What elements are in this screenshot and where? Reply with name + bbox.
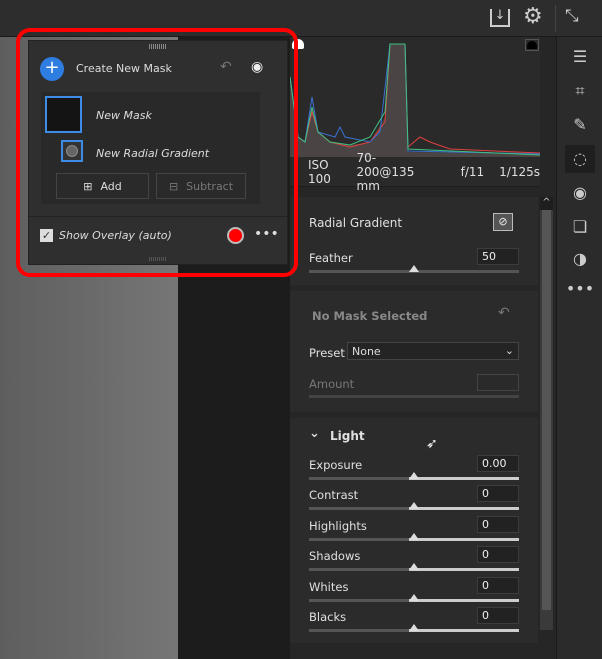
exposure-input[interactable]: 0.00 (477, 455, 519, 472)
exif-info: ISO 100 70-200@135 mm f/11 1/125s (290, 151, 540, 193)
blacks-input[interactable]: 0 (477, 607, 519, 624)
amount-slider (309, 395, 519, 398)
reset-icon[interactable]: ↶ (498, 305, 510, 321)
highlights-label: Highlights (309, 518, 367, 533)
exposure-label: Exposure (309, 458, 363, 472)
preset-dropdown[interactable]: None ⌄ (347, 342, 519, 360)
redeye-icon[interactable]: ◉ (565, 179, 595, 207)
shadows-slider[interactable] (309, 563, 519, 572)
shadows-input[interactable]: 0 (477, 546, 519, 564)
contrast-label: Contrast (309, 488, 359, 503)
divider (555, 5, 556, 32)
blacks-label: Blacks (309, 610, 347, 624)
highlights-slider[interactable] (309, 532, 519, 541)
slider-thumb[interactable] (409, 624, 419, 631)
contrast-slider[interactable] (309, 502, 519, 511)
highlight-clipping-icon[interactable] (525, 39, 539, 51)
no-mask-section: No Mask Selected ↶ Preset None ⌄ Amount (290, 291, 538, 412)
edit-icon[interactable]: ☰ (565, 43, 595, 71)
contrast-input[interactable]: 0 (477, 485, 519, 503)
invert-icon[interactable]: ⊘ (493, 213, 513, 231)
slider-thumb[interactable] (409, 502, 419, 510)
save-icon[interactable]: ↓ (490, 9, 510, 27)
mask-icon[interactable]: ◌ (565, 145, 595, 173)
amount-label: Amount (309, 377, 355, 391)
scroll-thumb[interactable] (542, 210, 551, 610)
section-title[interactable]: Light (330, 429, 365, 443)
highlight-outline (16, 28, 298, 277)
cursor-icon: ➶ (426, 436, 438, 452)
aperture: f/11 (460, 164, 485, 179)
amount-input (477, 374, 519, 391)
lens: 70-200@135 mm (356, 150, 415, 193)
slider-thumb[interactable] (409, 532, 419, 540)
feather-slider[interactable] (309, 265, 519, 273)
chevron-down-icon: ⌄ (504, 344, 514, 357)
presets-icon[interactable]: ❏ (565, 213, 595, 241)
histogram (289, 37, 541, 157)
light-section: ⌄ Light ➶ Exposure 0.00 Contrast 0 Highl… (290, 418, 538, 643)
feather-input[interactable]: 50 (477, 248, 519, 265)
iso: ISO 100 (308, 157, 331, 186)
more-icon[interactable]: ••• (565, 275, 595, 303)
crop-icon[interactable]: ⌗ (565, 77, 595, 105)
radial-gradient-section: Radial Gradient ⊘ Feather 50 (290, 197, 538, 285)
whites-label: Whites (309, 579, 349, 594)
gear-icon[interactable]: ⚙ (523, 4, 543, 29)
preset-label: Preset (309, 346, 345, 360)
highlights-input[interactable]: 0 (477, 515, 519, 533)
preset-value: None (352, 345, 381, 358)
exposure-slider[interactable] (309, 472, 519, 480)
shadows-label: Shadows (309, 549, 361, 564)
snapshots-icon[interactable]: ◑ (565, 245, 595, 273)
collapse-chevron-icon[interactable]: ⌄ (309, 426, 320, 441)
shutter: 1/125s (499, 164, 540, 179)
tool-strip: ☰ ⌗ ✎ ◌ ◉ ❏ ◑ ••• (556, 37, 602, 659)
scrollbar[interactable]: ^ (540, 197, 553, 630)
heal-icon[interactable]: ✎ (565, 111, 595, 139)
slider-thumb[interactable] (409, 593, 419, 601)
section-title: Radial Gradient (309, 216, 403, 230)
histogram-graph (289, 43, 541, 157)
slider-thumb[interactable] (409, 563, 419, 571)
collapse-icon[interactable]: ⤡ (565, 6, 579, 26)
slider-thumb[interactable] (409, 472, 419, 479)
slider-thumb[interactable] (409, 265, 419, 272)
blacks-slider[interactable] (309, 624, 519, 632)
whites-slider[interactable] (309, 593, 519, 602)
whites-input[interactable]: 0 (477, 576, 519, 594)
section-title: No Mask Selected (312, 309, 428, 323)
feather-label: Feather (309, 251, 353, 265)
scroll-up-icon[interactable]: ^ (540, 197, 553, 210)
